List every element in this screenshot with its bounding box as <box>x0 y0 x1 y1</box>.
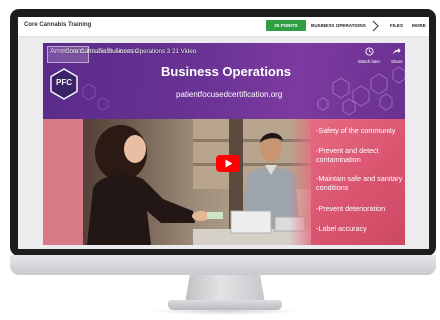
share-icon[interactable] <box>392 47 401 56</box>
share-label[interactable]: Share <box>391 59 403 64</box>
nav-more[interactable]: MORE <box>412 23 426 28</box>
play-button[interactable] <box>216 155 240 172</box>
monitor-stand-neck <box>185 275 265 303</box>
bullet-item: -Prevent deterioration <box>316 204 386 213</box>
course-topbar: Core Cannabis Training 25 POINTS BUSINES… <box>18 17 429 37</box>
monitor-stand-base <box>168 300 282 310</box>
bullet-item: -Label accuracy <box>316 224 367 233</box>
monitor-chin <box>10 255 436 275</box>
screen: Core Cannabis Training 25 POINTS BUSINES… <box>18 17 429 249</box>
clock-icon[interactable] <box>365 47 374 56</box>
bullet-item: -Safety of the community <box>316 126 396 135</box>
divider-stripe <box>289 119 313 245</box>
video-headline: Business Operations <box>161 64 292 79</box>
video-banner: Americans for Safe Access Core Cannabis … <box>43 43 405 119</box>
video-player[interactable]: Americans for Safe Access Core Cannabis … <box>43 43 405 245</box>
bullet-item: -Prevent and detect contamination <box>316 146 379 164</box>
chevron-right-icon <box>372 20 379 32</box>
pfc-badge-label: PFC <box>56 78 72 87</box>
nav-files[interactable]: FILES <box>390 23 403 28</box>
course-title: Core Cannabis Training <box>24 22 92 28</box>
video-photo <box>43 119 311 245</box>
dispensary-scene <box>43 119 311 245</box>
site-url: patientfocusedcertification.org <box>176 90 283 99</box>
video-title[interactable]: Core Cannabis Business Operations 3 21 V… <box>65 48 196 55</box>
watch-later-label[interactable]: Watch later <box>358 59 380 64</box>
points-button[interactable]: 25 POINTS <box>266 20 306 31</box>
bullet-item: -Maintain safe and sanitary conditions <box>316 174 403 192</box>
nav-business-operations[interactable]: BUSINESS OPERATIONS <box>311 23 366 28</box>
play-icon <box>225 159 232 168</box>
